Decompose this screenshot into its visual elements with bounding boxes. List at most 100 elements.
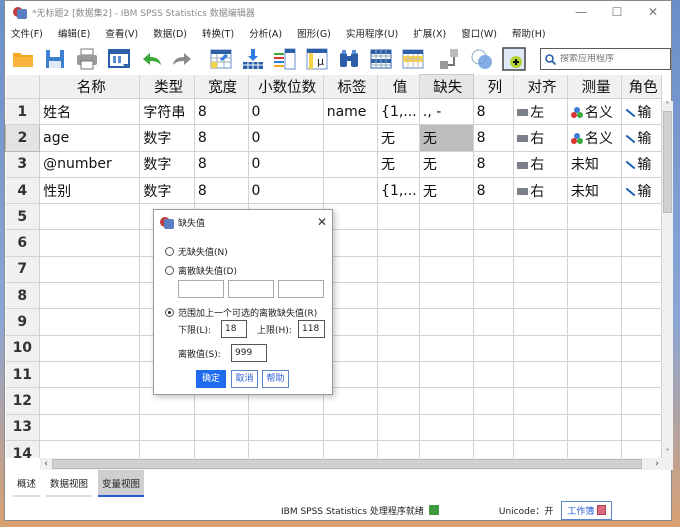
- find-icon[interactable]: [337, 47, 361, 71]
- empty-cell[interactable]: [39, 387, 141, 415]
- high-value-input[interactable]: [298, 320, 325, 338]
- cell-decimals[interactable]: 0: [248, 124, 324, 152]
- empty-cell[interactable]: [377, 203, 420, 231]
- cell-type[interactable]: 数字: [139, 124, 195, 152]
- empty-cell[interactable]: [377, 229, 420, 257]
- vertical-scrollbar[interactable]: ˄ ˅: [662, 101, 673, 458]
- empty-cell[interactable]: [513, 414, 568, 441]
- row-number[interactable]: 12: [5, 387, 41, 415]
- cell-columns[interactable]: 8: [473, 151, 515, 178]
- dialog-close-icon[interactable]: ✕: [312, 215, 332, 229]
- cell-values[interactable]: {1,...: [377, 177, 420, 205]
- cancel-button[interactable]: 取消: [231, 370, 258, 388]
- empty-cell[interactable]: [194, 414, 249, 441]
- empty-cell[interactable]: [567, 361, 623, 389]
- cell-decimals[interactable]: 0: [248, 177, 324, 205]
- scroll-down-icon[interactable]: ˅: [662, 448, 673, 458]
- empty-cell[interactable]: [567, 308, 623, 336]
- value-labels-icon[interactable]: [502, 47, 526, 71]
- cell-columns[interactable]: 8: [473, 124, 515, 152]
- col-header-name[interactable]: 名称: [39, 74, 141, 99]
- go-to-variable-icon[interactable]: [241, 47, 265, 71]
- cell-role[interactable]: 输: [621, 124, 662, 152]
- empty-cell[interactable]: [473, 308, 515, 336]
- cell-measure[interactable]: 名义: [567, 124, 623, 152]
- row-number[interactable]: 11: [5, 361, 41, 389]
- cell-width[interactable]: 8: [194, 177, 249, 205]
- cell-width[interactable]: 8: [194, 98, 249, 126]
- cell-missing[interactable]: ., -: [419, 98, 474, 126]
- empty-cell[interactable]: [377, 440, 420, 458]
- cell-width[interactable]: 8: [194, 151, 249, 178]
- empty-cell[interactable]: [621, 414, 662, 441]
- empty-cell[interactable]: [377, 282, 420, 310]
- menu-file[interactable]: 文件(F): [11, 26, 43, 40]
- empty-cell[interactable]: [621, 387, 662, 415]
- empty-cell[interactable]: [39, 203, 141, 231]
- empty-cell[interactable]: [567, 414, 623, 441]
- empty-cell[interactable]: [139, 440, 195, 458]
- col-header-role[interactable]: 角色: [621, 74, 662, 99]
- empty-cell[interactable]: [513, 335, 568, 362]
- empty-cell[interactable]: [419, 440, 474, 458]
- empty-cell[interactable]: [621, 361, 662, 389]
- cell-type[interactable]: 字符串: [139, 98, 195, 126]
- row-number[interactable]: 5: [5, 203, 41, 231]
- empty-cell[interactable]: [419, 229, 474, 257]
- empty-cell[interactable]: [621, 229, 662, 257]
- cell-name[interactable]: 姓名: [39, 98, 141, 126]
- scroll-left-icon[interactable]: ‹: [40, 458, 52, 470]
- row-number[interactable]: 13: [5, 414, 41, 441]
- empty-cell[interactable]: [419, 203, 474, 231]
- empty-cell[interactable]: [39, 414, 141, 441]
- empty-cell[interactable]: [39, 229, 141, 257]
- range-missing-option[interactable]: 范围加上一个可选的离散缺失值(R): [165, 306, 317, 319]
- col-header-label[interactable]: 标签: [323, 74, 379, 99]
- empty-cell[interactable]: [513, 229, 568, 257]
- row-number[interactable]: 14: [5, 440, 41, 458]
- tab-variable-view[interactable]: 变量视图: [98, 470, 145, 497]
- discrete-missing-option[interactable]: 离散缺失值(D): [165, 264, 237, 277]
- tab-overview[interactable]: 概述: [13, 470, 41, 497]
- menu-window[interactable]: 窗口(W): [461, 26, 497, 40]
- discrete-missing-radio[interactable]: [165, 266, 174, 275]
- empty-cell[interactable]: [248, 414, 324, 441]
- cell-label[interactable]: name: [323, 98, 379, 126]
- discrete-value-2-input[interactable]: [228, 280, 274, 298]
- empty-cell[interactable]: [377, 308, 420, 336]
- row-number[interactable]: 6: [5, 229, 41, 257]
- maximize-button[interactable]: ☐: [599, 5, 635, 19]
- empty-cell[interactable]: [419, 335, 474, 362]
- split-file-icon[interactable]: [438, 47, 462, 71]
- empty-cell[interactable]: [567, 335, 623, 362]
- empty-cell[interactable]: [513, 361, 568, 389]
- cell-align[interactable]: 右: [513, 151, 568, 178]
- tab-data-view[interactable]: 数据视图: [46, 470, 93, 497]
- empty-cell[interactable]: [567, 282, 623, 310]
- minimize-button[interactable]: —: [563, 5, 599, 19]
- cell-missing[interactable]: 无: [419, 151, 474, 178]
- empty-cell[interactable]: [621, 308, 662, 336]
- go-to-case-icon[interactable]: [209, 47, 233, 71]
- empty-cell[interactable]: [377, 414, 420, 441]
- cell-align[interactable]: 左: [513, 98, 568, 126]
- menu-extensions[interactable]: 扩展(X): [413, 26, 446, 40]
- empty-cell[interactable]: [194, 440, 249, 458]
- menu-utilities[interactable]: 实用程序(U): [346, 26, 398, 40]
- help-button[interactable]: 帮助: [262, 370, 289, 388]
- empty-cell[interactable]: [39, 440, 141, 458]
- discrete-value-input[interactable]: [231, 344, 267, 362]
- empty-cell[interactable]: [567, 387, 623, 415]
- empty-cell[interactable]: [323, 414, 379, 441]
- empty-cell[interactable]: [419, 256, 474, 284]
- empty-cell[interactable]: [513, 256, 568, 284]
- cell-type[interactable]: 数字: [139, 177, 195, 205]
- empty-cell[interactable]: [419, 361, 474, 389]
- empty-cell[interactable]: [377, 387, 420, 415]
- insert-variable-icon[interactable]: [401, 47, 425, 71]
- empty-cell[interactable]: [621, 335, 662, 362]
- no-missing-radio[interactable]: [165, 247, 174, 256]
- variables-icon[interactable]: [273, 47, 297, 71]
- col-header-columns[interactable]: 列: [473, 74, 515, 99]
- descriptive-stats-icon[interactable]: μ: [305, 47, 329, 71]
